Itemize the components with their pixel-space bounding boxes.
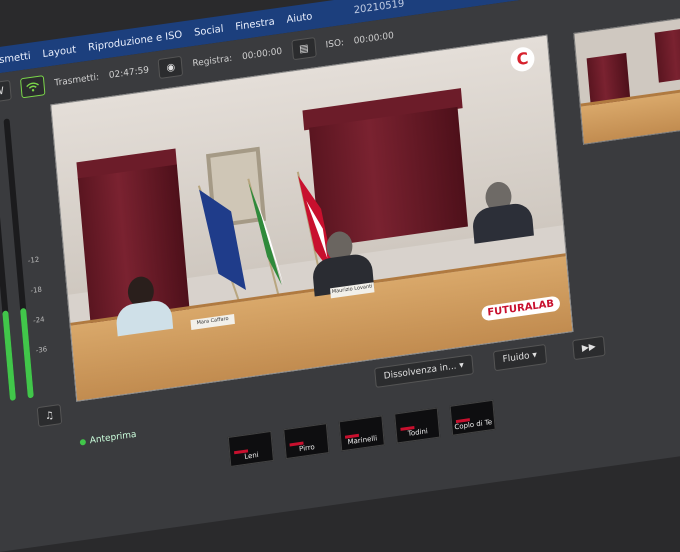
headphones-icon[interactable]: ♫: [36, 403, 63, 428]
app-logo-icon: W: [0, 79, 12, 104]
transition-dropdown[interactable]: Dissolvenza in... ▾: [374, 354, 474, 388]
curtain: [654, 26, 680, 83]
source-strip: Leni Pirro Marinelli Todini Coplo di Te: [227, 399, 496, 467]
iso-label: ISO:: [325, 38, 345, 51]
go-button[interactable]: ▶▶: [572, 335, 606, 361]
curtain-center: [308, 106, 468, 248]
audio-meter-left-fill: [2, 310, 17, 401]
meter-tick: -18: [30, 285, 43, 296]
transition-value: Dissolvenza in...: [383, 361, 457, 382]
app-window: W Trasmetti: 02:47:59 ◉ Registra: 00:00:…: [0, 0, 680, 552]
menu-item-finestra[interactable]: Finestra: [235, 16, 275, 32]
menu-item-social[interactable]: Social: [194, 23, 224, 38]
document-title: 20210519: [353, 0, 405, 16]
stream-time: 02:47:59: [108, 65, 150, 82]
menu-item-aiuto[interactable]: Aiuto: [286, 11, 313, 26]
audio-meter-right-fill: [20, 308, 34, 399]
iso-icon[interactable]: ▤: [291, 36, 317, 61]
source-label: Leni: [243, 450, 259, 461]
source-label: Marinelli: [347, 434, 378, 447]
source-thumb[interactable]: Marinelli: [338, 415, 385, 452]
secondary-preview[interactable]: [573, 13, 680, 145]
menu-item-trasmetti[interactable]: Trasmetti: [0, 50, 31, 67]
record-time: 00:00:00: [241, 46, 283, 63]
source-label: Coplo di Te: [454, 418, 493, 432]
record-label: Registra:: [192, 53, 233, 70]
live-dot-icon: [79, 438, 87, 446]
source-label: Pirro: [298, 443, 316, 454]
screen-photo: Trasmetti Layout Riproduzione e ISO Soci…: [0, 0, 680, 552]
mode-value: Fluido: [502, 351, 531, 365]
record-icon[interactable]: ◉: [158, 55, 184, 80]
source-thumb[interactable]: Coplo di Te: [449, 399, 496, 436]
menu-item-layout[interactable]: Layout: [42, 44, 77, 60]
meter-tick: -36: [35, 345, 48, 355]
mode-dropdown[interactable]: Fluido ▾: [492, 343, 547, 372]
stream-label: Trasmetti:: [54, 72, 100, 89]
source-thumb[interactable]: Leni: [227, 430, 274, 467]
meter-tick: -24: [32, 315, 45, 325]
stream-wifi-icon[interactable]: [19, 75, 46, 99]
meter-tick: -12: [27, 255, 40, 266]
source-thumb[interactable]: Todini: [394, 407, 441, 444]
source-label: Todini: [407, 427, 429, 438]
iso-time: 00:00:00: [353, 31, 395, 47]
source-thumb[interactable]: Pirro: [283, 423, 330, 460]
